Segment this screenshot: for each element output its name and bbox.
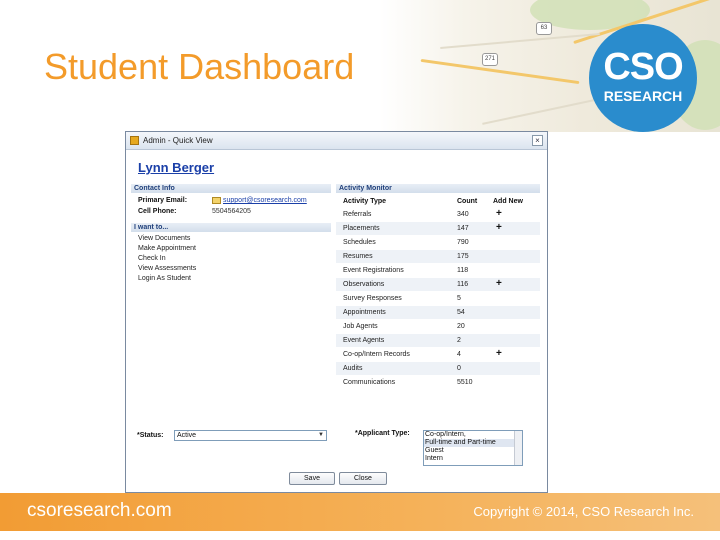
applicant-type-label: *Applicant Type:: [355, 430, 410, 437]
make-appointment-link[interactable]: Make Appointment: [138, 245, 196, 252]
add-new-icon[interactable]: +: [496, 278, 502, 289]
window-title: Admin - Quick View: [143, 136, 213, 145]
activity-type-link[interactable]: Communications: [343, 379, 395, 386]
applicant-type-option[interactable]: Guest: [424, 447, 522, 455]
activity-type-link[interactable]: Schedules: [343, 239, 376, 246]
activity-count: 116: [457, 281, 469, 288]
col-count: Count: [457, 198, 478, 205]
activity-count: 118: [457, 267, 469, 274]
activity-count: 20: [457, 323, 465, 330]
activity-count: 147: [457, 225, 469, 232]
activity-row: Event Agents 2: [336, 334, 540, 347]
window-titlebar: Admin - Quick View ×: [126, 132, 547, 150]
activity-type-link[interactable]: Survey Responses: [343, 295, 402, 302]
activity-row: Referrals 340 +: [336, 208, 540, 221]
activity-count: 0: [457, 365, 461, 372]
activity-count: 5: [457, 295, 461, 302]
map-road: [420, 58, 580, 85]
activity-row: Survey Responses 5: [336, 292, 540, 305]
activity-row: Audits 0: [336, 362, 540, 375]
footer-bar: csoresearch.com Copyright © 2014, CSO Re…: [0, 493, 720, 531]
contact-info-header: Contact Info: [131, 184, 331, 193]
status-selected-value: Active: [177, 432, 197, 439]
activity-row: Co-op/Intern Records 4 +: [336, 348, 540, 361]
activity-row: Placements 147 +: [336, 222, 540, 235]
applicant-type-option[interactable]: Intern: [424, 455, 522, 463]
activity-type-link[interactable]: Resumes: [343, 253, 373, 260]
listbox-scrollbar[interactable]: [514, 431, 522, 465]
activity-type-link[interactable]: Job Agents: [343, 323, 378, 330]
add-new-icon[interactable]: +: [496, 348, 502, 359]
save-button[interactable]: Save: [289, 472, 335, 485]
status-label: *Status:: [137, 432, 164, 439]
activity-count: 5510: [457, 379, 473, 386]
applicant-type-option[interactable]: Full-time and Part-time: [424, 439, 522, 447]
status-select[interactable]: Active ▼: [174, 430, 327, 441]
slide-title: Student Dashboard: [44, 46, 355, 87]
activity-table-header: Activity Type Count Add New: [336, 195, 540, 207]
i-want-to-header: I want to...: [131, 223, 331, 232]
student-name-link[interactable]: Lynn Berger: [138, 160, 214, 175]
phone-value: 5504564205: [212, 208, 251, 215]
activity-row: Event Registrations 118: [336, 264, 540, 277]
activity-type-link[interactable]: Referrals: [343, 211, 371, 218]
phone-label: Cell Phone:: [138, 208, 177, 215]
activity-type-link[interactable]: Observations: [343, 281, 384, 288]
activity-type-link[interactable]: Event Agents: [343, 337, 384, 344]
logo-subtext: RESEARCH: [603, 88, 683, 104]
activity-monitor-header: Activity Monitor: [336, 184, 540, 193]
view-assessments-link[interactable]: View Assessments: [138, 265, 196, 272]
map-route-shield: 271: [482, 53, 498, 66]
col-add-new: Add New: [493, 198, 523, 205]
view-documents-link[interactable]: View Documents: [138, 235, 190, 242]
activity-count: 790: [457, 239, 469, 246]
activity-type-link[interactable]: Appointments: [343, 309, 386, 316]
applicant-type-option[interactable]: Co-op/Intern,: [424, 431, 522, 439]
check-in-link[interactable]: Check In: [138, 255, 166, 262]
cso-research-logo: CSO RESEARCH: [589, 24, 697, 132]
activity-count: 54: [457, 309, 465, 316]
activity-row: Job Agents 20: [336, 320, 540, 333]
chevron-down-icon[interactable]: ▼: [318, 431, 324, 440]
footer-copyright: Copyright © 2014, CSO Research Inc.: [473, 504, 694, 519]
activity-count: 340: [457, 211, 469, 218]
activity-type-link[interactable]: Co-op/Intern Records: [343, 351, 410, 358]
activity-type-link[interactable]: Placements: [343, 225, 380, 232]
email-link[interactable]: support@csoresearch.com: [223, 197, 307, 204]
map-route-shield: 63: [536, 22, 552, 35]
app-icon: [130, 136, 139, 145]
activity-row: Schedules 790: [336, 236, 540, 249]
quick-view-window: Admin - Quick View × Lynn Berger Contact…: [125, 131, 548, 493]
applicant-type-listbox[interactable]: Co-op/Intern, Full-time and Part-time Gu…: [423, 430, 523, 466]
close-button[interactable]: Close: [339, 472, 387, 485]
logo-text: CSO: [603, 46, 683, 88]
add-new-icon[interactable]: +: [496, 208, 502, 219]
activity-row: Communications 5510: [336, 376, 540, 389]
activity-count: 2: [457, 337, 461, 344]
activity-count: 175: [457, 253, 469, 260]
activity-row: Appointments 54: [336, 306, 540, 319]
window-close-button[interactable]: ×: [532, 135, 543, 146]
activity-type-link[interactable]: Event Registrations: [343, 267, 404, 274]
activity-row: Resumes 175: [336, 250, 540, 263]
email-label: Primary Email:: [138, 197, 188, 204]
col-activity-type: Activity Type: [343, 198, 387, 205]
window-content: Lynn Berger Contact Info Primary Email: …: [126, 150, 547, 492]
mail-icon: [212, 197, 221, 204]
login-as-student-link[interactable]: Login As Student: [138, 275, 191, 282]
activity-row: Observations 116 +: [336, 278, 540, 291]
add-new-icon[interactable]: +: [496, 222, 502, 233]
footer-site-link[interactable]: csoresearch.com: [27, 500, 172, 522]
activity-count: 4: [457, 351, 461, 358]
activity-type-link[interactable]: Audits: [343, 365, 362, 372]
